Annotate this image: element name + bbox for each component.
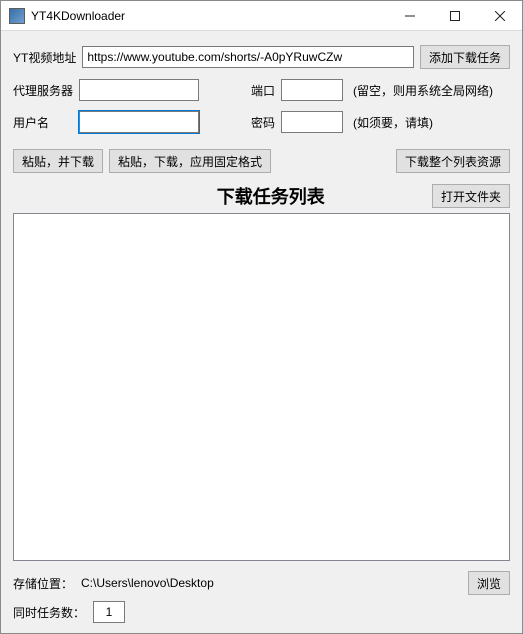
url-input[interactable] (82, 46, 414, 68)
username-input[interactable] (79, 111, 199, 133)
action-button-row: 粘贴，并下载 粘贴，下载，应用固定格式 下载整个列表资源 (13, 149, 510, 173)
add-task-button[interactable]: 添加下载任务 (420, 45, 510, 69)
storage-path: C:\Users\lenovo\Desktop (81, 576, 460, 590)
credentials-hint: (如须要，请填) (353, 114, 433, 131)
paste-download-fixed-button[interactable]: 粘贴，下载，应用固定格式 (109, 149, 271, 173)
username-label: 用户名 (13, 114, 73, 131)
url-label: YT视频地址 (13, 49, 76, 66)
concurrent-label: 同时任务数： (13, 604, 85, 621)
open-folder-button[interactable]: 打开文件夹 (432, 184, 510, 208)
download-playlist-button[interactable]: 下载整个列表资源 (396, 149, 510, 173)
url-row: YT视频地址 添加下载任务 (13, 45, 510, 69)
concurrent-input[interactable] (93, 601, 125, 623)
storage-label: 存储位置： (13, 575, 73, 592)
titlebar: YT4KDownloader (1, 1, 522, 31)
task-list-title: 下载任务列表 (217, 183, 325, 209)
password-label: 密码 (251, 114, 275, 131)
port-input[interactable] (281, 79, 343, 101)
proxy-input[interactable] (79, 79, 199, 101)
minimize-button[interactable] (387, 1, 432, 31)
app-window: YT4KDownloader YT视频地址 添加下载任务 代理服务器 端口 (留… (0, 0, 523, 634)
concurrent-row: 同时任务数： (13, 601, 510, 623)
close-button[interactable] (477, 1, 522, 31)
proxy-row: 代理服务器 端口 (留空，则用系统全局网络) (13, 79, 510, 101)
task-list[interactable] (13, 213, 510, 561)
proxy-hint: (留空，则用系统全局网络) (353, 82, 493, 99)
client-area: YT视频地址 添加下载任务 代理服务器 端口 (留空，则用系统全局网络) 用户名… (1, 31, 522, 633)
port-label: 端口 (251, 82, 275, 99)
credentials-row: 用户名 密码 (如须要，请填) (13, 111, 510, 133)
paste-download-button[interactable]: 粘贴，并下载 (13, 149, 103, 173)
browse-button[interactable]: 浏览 (468, 571, 510, 595)
app-icon (9, 8, 25, 24)
list-header-row: 下载任务列表 打开文件夹 (13, 183, 510, 209)
maximize-button[interactable] (432, 1, 477, 31)
storage-row: 存储位置： C:\Users\lenovo\Desktop 浏览 (13, 571, 510, 595)
password-input[interactable] (281, 111, 343, 133)
window-title: YT4KDownloader (31, 9, 125, 23)
proxy-label: 代理服务器 (13, 82, 73, 99)
